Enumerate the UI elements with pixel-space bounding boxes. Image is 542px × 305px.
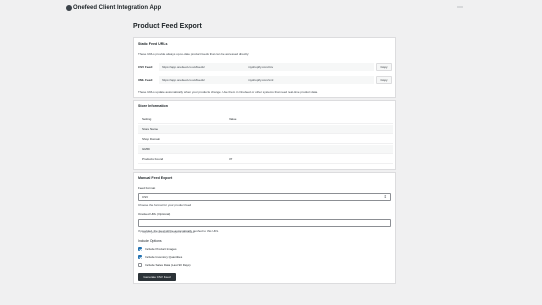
include-inventory-checkbox[interactable] — [138, 255, 142, 259]
top-bar: Onefeed Client Integration App ⋯ — [0, 0, 542, 16]
store-info-heading: Store Information — [138, 104, 168, 108]
onefeed-url-help: If provided, the feed will be automatica… — [138, 229, 219, 233]
include-images-label: Include Product Images — [145, 247, 177, 251]
include-options-heading: Include Options — [138, 239, 162, 243]
setting-cell: Products Found — [142, 157, 164, 161]
chevron-updown-icon: ⇕ — [383, 194, 387, 199]
csv-feed-url: https://app.onefeed.co.uk/feeds/ — [162, 65, 205, 69]
manual-export-heading: Manual Feed Export — [138, 176, 173, 180]
setting-cell: GMID — [142, 147, 150, 151]
generate-feed-button[interactable]: Generate CSV Feed — [138, 273, 176, 281]
store-info-card: Store Information Setting Value Store Na… — [133, 100, 396, 170]
static-urls-heading: Static Feed URLs — [138, 42, 168, 46]
table-header-row: Setting Value — [138, 115, 393, 124]
table-row: Products Found 37 — [138, 155, 393, 164]
table-row: Store Name — [138, 125, 393, 134]
column-header-setting: Setting — [142, 117, 152, 121]
static-urls-footnote: These URLs update automatically when you… — [138, 90, 318, 94]
xml-feed-label: XML Feed: — [138, 78, 154, 82]
more-icon[interactable]: ⋯ — [457, 4, 463, 12]
include-images-checkbox[interactable] — [138, 247, 142, 251]
feed-format-help: Choose the format for your product feed — [138, 203, 192, 207]
onefeed-url-label: Onefeed URL (Optional) — [138, 212, 171, 216]
feed-format-select[interactable]: CSV ⇕ — [138, 193, 391, 201]
csv-feed-label: CSV Feed: — [138, 65, 154, 69]
onefeed-url-field[interactable] — [138, 219, 391, 235]
xml-feed-url-box[interactable]: https://app.onefeed.co.uk/feeds/ myshopi… — [159, 76, 374, 84]
include-sales-label: Include Sales Data (Last 90 Days) — [145, 263, 191, 267]
app-logo-icon — [66, 5, 72, 11]
csv-feed-url-box[interactable]: https://app.onefeed.co.uk/feeds/ myshopi… — [159, 63, 374, 71]
csv-feed-suffix: myshopify.com/csv — [248, 65, 274, 69]
static-urls-description: These URLs provide always up-to-date pro… — [138, 52, 250, 56]
copy-xml-button[interactable]: Copy — [376, 76, 392, 84]
table-row: GMID — [138, 145, 393, 154]
xml-feed-suffix: myshopify.com/xml — [248, 78, 274, 82]
feed-format-label: Feed Format — [138, 186, 156, 190]
static-urls-card: Static Feed URLs These URLs provide alwa… — [133, 37, 396, 98]
table-row: Shop Domain — [138, 135, 393, 144]
copy-csv-button[interactable]: Copy — [376, 63, 392, 71]
setting-cell: Store Name — [142, 127, 159, 131]
setting-cell: Shop Domain — [142, 137, 161, 141]
include-inventory-label: Include Inventory Quantities — [145, 255, 183, 259]
xml-feed-url: https://app.onefeed.co.uk/feeds/ — [162, 78, 205, 82]
value-cell: 37 — [229, 157, 233, 161]
app-title: Onefeed Client Integration App — [73, 5, 162, 11]
column-header-value: Value — [229, 117, 237, 121]
include-sales-checkbox[interactable] — [138, 263, 142, 267]
page-title: Product Feed Export — [133, 23, 202, 30]
manual-export-card: Manual Feed Export Feed Format CSV ⇕ Cho… — [133, 172, 396, 284]
feed-format-value: CSV — [142, 195, 149, 199]
